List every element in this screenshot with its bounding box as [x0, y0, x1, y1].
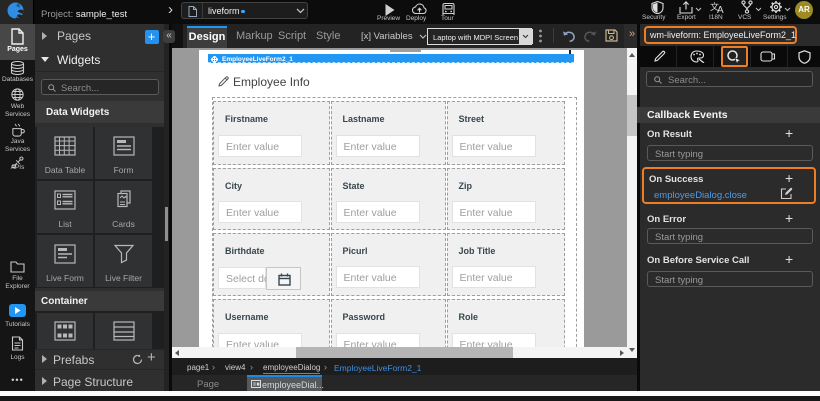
svg-text:A: A	[717, 5, 724, 14]
